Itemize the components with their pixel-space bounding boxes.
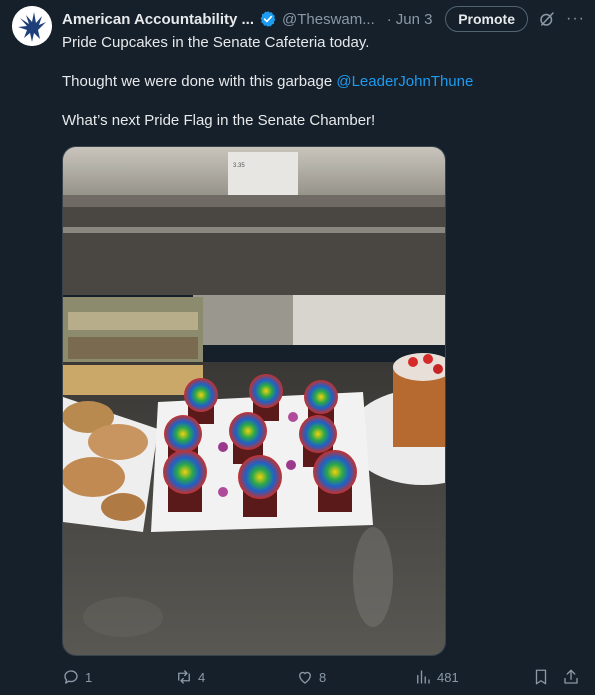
verified-badge-icon [260, 11, 276, 27]
reply-button[interactable]: 1 [62, 668, 92, 686]
tweet-date[interactable]: Jun 3 [396, 11, 433, 28]
promote-button[interactable]: Promote [445, 6, 529, 32]
repost-count: 4 [198, 669, 206, 685]
price-tag-text: 3.35 [233, 163, 245, 169]
views-count: 481 [437, 669, 459, 685]
reply-count: 1 [85, 669, 93, 685]
like-icon [299, 671, 311, 684]
tweet-line-3: What’s next Pride Flag in the Senate Cha… [62, 112, 376, 129]
grok-icon[interactable] [538, 10, 556, 28]
like-button[interactable]: 8 [296, 668, 326, 686]
cupcakes-group [163, 374, 357, 517]
avatar[interactable] [12, 6, 52, 46]
bookmark-button[interactable] [532, 668, 555, 686]
tweet-line-2-text: Thought we were done with this garbage [62, 73, 337, 90]
author-handle[interactable]: @Theswam... [282, 11, 375, 28]
tweet-photo[interactable]: 3.35 [62, 146, 446, 656]
more-icon[interactable]: ··· [566, 10, 585, 28]
share-icon [564, 669, 578, 684]
tweet-line-2: Thought we were done with this garbage @… [62, 72, 582, 92]
eagle-logo [12, 6, 52, 46]
bookmark-icon [535, 669, 547, 685]
author-name[interactable]: American Accountability ... [62, 11, 254, 28]
repost-icon [178, 670, 190, 684]
separator-dot: · [386, 10, 392, 28]
tweet-line-1: Pride Cupcakes in the Senate Cafeteria t… [62, 34, 370, 51]
repost-button[interactable]: 4 [175, 668, 205, 686]
cupcake-photo: 3.35 [63, 147, 445, 655]
mention-link[interactable]: @LeaderJohnThune [336, 73, 473, 90]
share-button[interactable] [562, 668, 585, 686]
tweet-card[interactable]: American Accountability ... @Theswam... … [0, 0, 595, 695]
like-count: 8 [319, 669, 327, 685]
views-icon [417, 670, 430, 684]
tweet-header: American Accountability ... @Theswam... … [62, 6, 585, 32]
tweet-text: Pride Cupcakes in the Senate Cafeteria t… [62, 33, 582, 150]
views-button[interactable]: 481 [414, 668, 459, 686]
action-bar: 1 4 8 481 [62, 668, 582, 690]
reply-icon [64, 670, 78, 684]
